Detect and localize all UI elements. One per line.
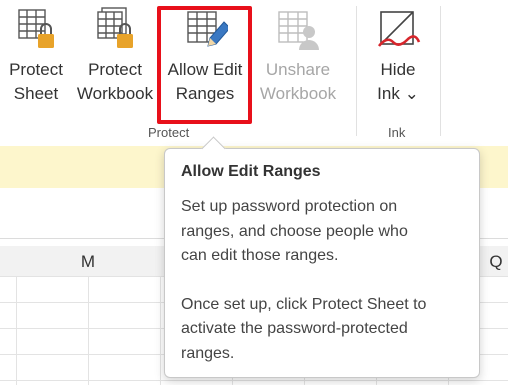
ribbon: Protect Sheet Protect Workbook Allow Edi… [0, 0, 508, 146]
protect-workbook-button[interactable]: Protect Workbook [72, 6, 158, 106]
group-separator-right [440, 6, 441, 136]
column-header-q[interactable]: Q [484, 246, 508, 276]
protect-sheet-label-1: Protect [9, 60, 63, 79]
tooltip-line: can edit those ranges. [181, 247, 339, 264]
hide-ink-icon [375, 6, 421, 52]
tooltip-line: Set up password protection on [181, 198, 398, 215]
group-label-protect: Protect [148, 125, 190, 140]
protect-workbook-icon [92, 6, 138, 52]
group-label-ink: Ink [388, 125, 406, 140]
tooltip-paragraph-2: Once set up, click Protect Sheet to acti… [181, 293, 463, 367]
unshare-workbook-icon [275, 6, 321, 52]
tooltip-line: ranges, and choose people who [181, 222, 408, 240]
unshare-workbook-button[interactable]: Unshare Workbook [254, 6, 342, 106]
protect-sheet-label-2: Sheet [13, 84, 59, 103]
column-header-m[interactable]: M [52, 246, 124, 276]
tooltip-paragraph-1: Set up password protection on ranges, an… [181, 195, 463, 269]
highlight-box [157, 6, 252, 124]
group-separator [356, 6, 357, 136]
tooltip-line: ranges. [181, 344, 235, 362]
protect-workbook-label-1: Protect [88, 60, 142, 79]
hide-ink-label-2: Ink ⌄ [377, 84, 419, 103]
protect-sheet-icon [13, 6, 59, 52]
tooltip: Allow Edit Ranges Set up password protec… [164, 136, 480, 378]
hide-ink-label-1: Hide [380, 60, 416, 79]
hide-ink-button[interactable]: Hide Ink ⌄ [368, 6, 428, 106]
protect-workbook-label-2: Workbook [76, 84, 154, 103]
protect-sheet-button[interactable]: Protect Sheet [4, 6, 68, 106]
tooltip-title: Allow Edit Ranges [181, 163, 321, 180]
tooltip-line: activate the password-protected [181, 320, 408, 337]
unshare-workbook-label-2: Workbook [259, 84, 337, 103]
unshare-workbook-label-1: Unshare [265, 60, 331, 79]
tooltip-line: Once set up, click Protect Sheet to [181, 295, 427, 313]
